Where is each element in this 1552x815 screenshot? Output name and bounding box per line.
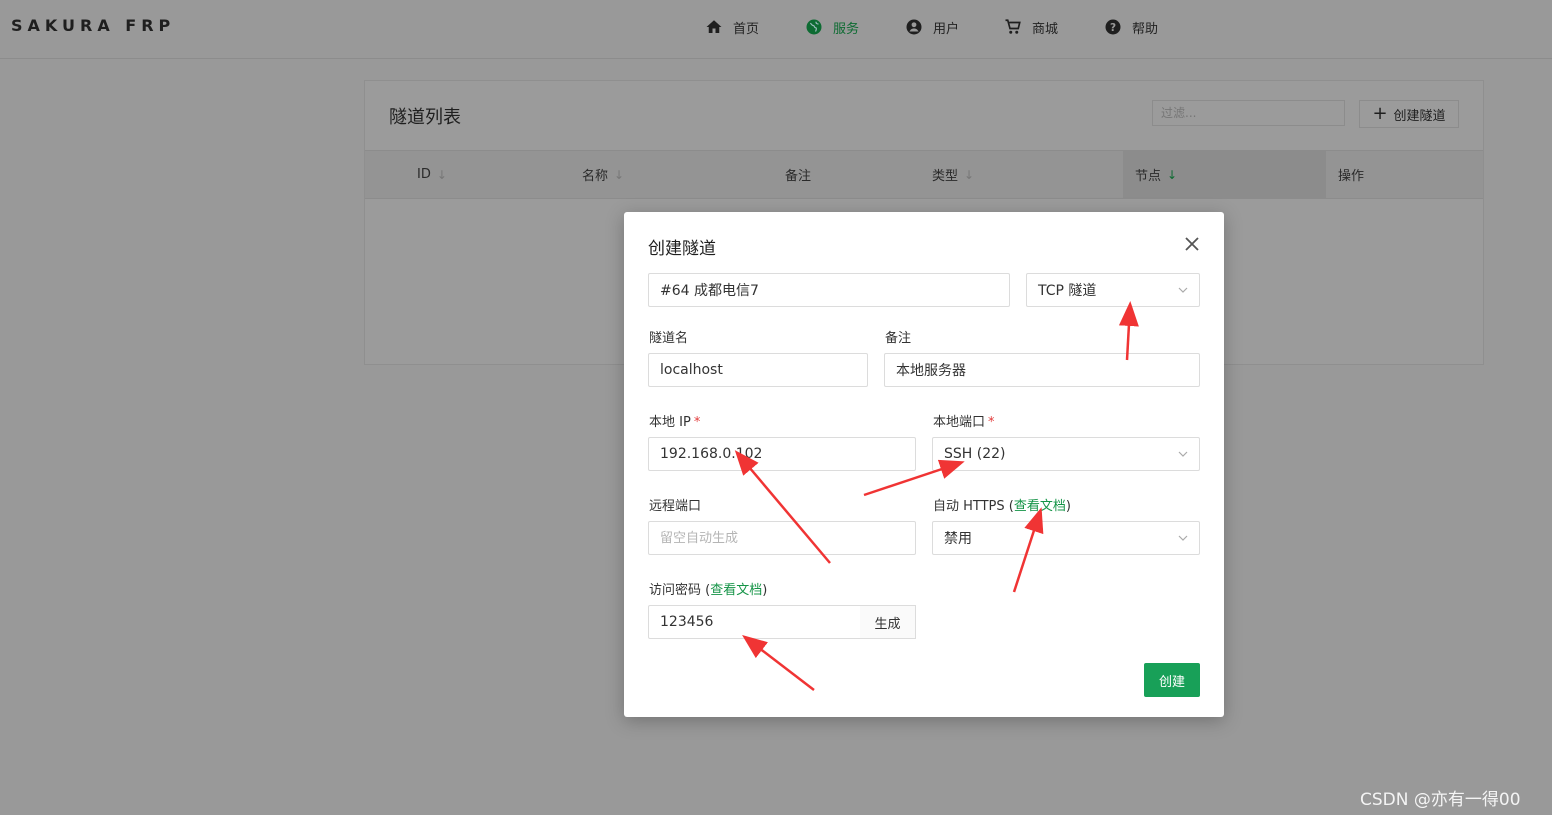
top-navigation-bar: SAKURA FRP 首页 服务 用户 商城 ? 帮助 [0, 0, 1552, 59]
access-password-label: 访问密码 (查看文档) [649, 579, 767, 598]
tunnel-name-label: 隧道名 [649, 331, 689, 346]
sort-arrow-icon: ↓ [614, 167, 625, 182]
nav-item-label: 服务 [833, 21, 860, 37]
nav-item-user[interactable]: 用户 [905, 16, 959, 38]
auto-https-label: 自动 HTTPS (查看文档) [933, 495, 1071, 514]
auto-https-doc-link[interactable]: 查看文档 [1014, 499, 1066, 514]
column-name[interactable]: 名称 ↓ [582, 151, 624, 198]
tunnel-type-value: TCP 隧道 [1038, 283, 1097, 299]
column-actions: 操作 [1338, 151, 1364, 198]
chevron-down-icon [1178, 287, 1188, 293]
column-id[interactable]: ID ↓ [417, 151, 447, 198]
sort-arrow-icon: ↓ [1167, 167, 1178, 182]
column-label: 类型 [932, 169, 959, 184]
tunnel-name-input[interactable] [648, 353, 868, 387]
cart-icon [1005, 19, 1021, 34]
nav-item-service[interactable]: 服务 [805, 16, 859, 38]
local-port-select[interactable]: SSH (22) [932, 437, 1200, 471]
sort-arrow-icon: ↓ [436, 167, 447, 182]
paren: ) [762, 583, 768, 598]
watermark: CSDN @亦有一得00 [1360, 790, 1521, 810]
note-label: 备注 [885, 331, 912, 346]
nav-item-label: 首页 [733, 21, 760, 37]
access-password-input[interactable] [648, 605, 861, 639]
remote-port-label: 远程端口 [649, 499, 702, 514]
column-label: 操作 [1338, 169, 1365, 184]
required-mark: * [988, 415, 995, 430]
nav-item-label: 用户 [933, 21, 960, 37]
node-select-value: #64 成都电信7 [660, 283, 759, 299]
column-note: 备注 [785, 151, 811, 198]
help-icon: ? [1105, 19, 1121, 35]
create-tunnel-button[interactable]: + 创建隧道 [1359, 100, 1459, 128]
nav-item-help[interactable]: ? 帮助 [1104, 16, 1158, 38]
local-port-label-text: 本地端口 [933, 415, 986, 430]
column-node[interactable]: 节点 ↓ [1123, 151, 1326, 198]
remote-port-input[interactable] [648, 521, 916, 555]
create-tunnel-dialog: 创建隧道 #64 成都电信7 TCP 隧道 隧道名 备注 本地 IP* 本地端口… [624, 212, 1224, 717]
globe-icon [806, 19, 822, 35]
nav-item-shop[interactable]: 商城 [1004, 16, 1058, 38]
column-type[interactable]: 类型 ↓ [932, 151, 974, 198]
svg-text:?: ? [1110, 22, 1116, 34]
password-label-text: 访问密码 [649, 583, 702, 598]
chevron-down-icon [1178, 451, 1188, 457]
note-input[interactable] [884, 353, 1200, 387]
tunnel-type-select[interactable]: TCP 隧道 [1026, 273, 1200, 307]
create-button[interactable]: 创建 [1144, 663, 1200, 697]
home-icon [706, 20, 722, 33]
column-label: 备注 [785, 169, 812, 184]
local-ip-input[interactable] [648, 437, 916, 471]
nav-item-label: 商城 [1032, 21, 1059, 37]
chevron-down-icon [1178, 535, 1188, 541]
panel-title: 隧道列表 [389, 107, 461, 128]
table-header: ID ↓ 名称 ↓ 备注 类型 ↓ 节点 ↓ 操作 [365, 150, 1483, 199]
local-ip-label-text: 本地 IP [649, 415, 691, 430]
local-port-label: 本地端口 * [933, 411, 995, 430]
auto-https-value: 禁用 [944, 531, 972, 547]
nav-item-home[interactable]: 首页 [705, 16, 759, 38]
local-ip-label: 本地 IP * [649, 411, 700, 430]
column-label: ID [417, 167, 431, 182]
close-icon[interactable] [1182, 234, 1202, 254]
sort-arrow-icon: ↓ [964, 167, 975, 182]
filter-input[interactable] [1152, 100, 1345, 126]
plus-icon: + [1372, 103, 1388, 124]
required-mark: * [693, 415, 701, 430]
dialog-title: 创建隧道 [648, 239, 716, 259]
auto-https-label-text: 自动 HTTPS [933, 499, 1005, 514]
password-doc-link[interactable]: 查看文档 [710, 583, 762, 598]
node-select[interactable]: #64 成都电信7 [648, 273, 1010, 307]
column-label: 名称 [582, 169, 609, 184]
local-port-value: SSH (22) [944, 446, 1006, 462]
column-label: 节点 [1135, 169, 1162, 184]
create-tunnel-label: 创建隧道 [1393, 108, 1446, 124]
generate-password-button[interactable]: 生成 [860, 605, 916, 639]
paren: ) [1065, 499, 1071, 514]
auto-https-select[interactable]: 禁用 [932, 521, 1200, 555]
nav-item-label: 帮助 [1132, 21, 1159, 37]
brand-logo[interactable]: SAKURA FRP [11, 16, 175, 35]
user-icon [906, 19, 922, 35]
